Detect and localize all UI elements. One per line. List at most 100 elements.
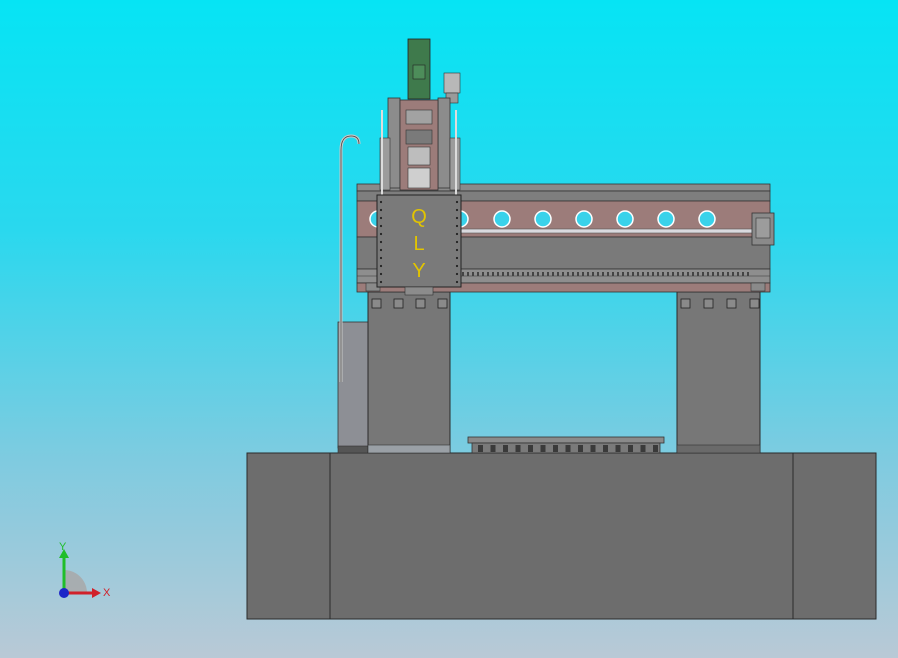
- rack-tooth: [707, 272, 709, 276]
- beam-hole: [534, 210, 552, 228]
- rack-tooth: [742, 272, 744, 276]
- table-slot: [565, 445, 571, 452]
- table-slot: [553, 445, 558, 452]
- bolt: [455, 280, 459, 284]
- rack-tooth: [632, 272, 634, 276]
- bolt: [455, 224, 459, 228]
- rack-tooth: [732, 272, 734, 276]
- table-slot: [615, 445, 621, 452]
- bolt: [379, 264, 383, 268]
- column-block: [415, 298, 426, 309]
- column-block: [703, 298, 714, 309]
- rack-tooth: [487, 272, 489, 276]
- x-axis-label: X: [103, 587, 111, 599]
- rack-tooth: [592, 272, 594, 276]
- rack-tooth: [682, 272, 684, 276]
- bolt: [379, 200, 383, 204]
- rack-tooth: [482, 272, 484, 276]
- bolt: [455, 216, 459, 220]
- bolt: [455, 232, 459, 236]
- rack-tooth: [712, 272, 714, 276]
- rack-tooth: [572, 272, 574, 276]
- bolt: [379, 280, 383, 284]
- beam-hole: [657, 210, 675, 228]
- rack-tooth: [747, 272, 749, 276]
- rack-tooth: [727, 272, 729, 276]
- rack-tooth: [737, 272, 739, 276]
- rack-tooth: [692, 272, 694, 276]
- table-slot: [590, 445, 596, 452]
- rack-tooth: [537, 272, 539, 276]
- table-slot: [478, 445, 483, 452]
- bolt: [379, 256, 383, 260]
- y-axis-label: Y: [59, 541, 67, 553]
- rack-tooth: [497, 272, 499, 276]
- table-slot: [653, 445, 658, 452]
- table-slot: [640, 445, 646, 452]
- bolt: [455, 264, 459, 268]
- bolt: [379, 272, 383, 276]
- machine-bed: [246, 452, 877, 620]
- table-slot: [603, 445, 608, 452]
- machine-drawing: QLY Y X: [59, 38, 877, 620]
- carriage-letters: QLY: [411, 206, 427, 282]
- rack-tooth: [587, 272, 589, 276]
- spindle-assembly: [379, 38, 461, 210]
- rack-tooth: [717, 272, 719, 276]
- column-block: [726, 298, 737, 309]
- right-column: [676, 291, 761, 454]
- rack-tooth: [542, 272, 544, 276]
- rack-tooth: [522, 272, 524, 276]
- beam-hole: [616, 210, 634, 228]
- rack-tooth: [507, 272, 509, 276]
- column-block: [749, 298, 760, 309]
- rack-tooth: [607, 272, 609, 276]
- bolt: [379, 248, 383, 252]
- carriage-letter: Q: [411, 206, 427, 228]
- bolt: [379, 240, 383, 244]
- left-column: [367, 291, 451, 454]
- rack-tooth: [652, 272, 654, 276]
- beam-hole: [698, 210, 716, 228]
- table-slot: [490, 445, 496, 452]
- bolt: [455, 200, 459, 204]
- table-slot: [578, 445, 583, 452]
- bolt: [379, 208, 383, 212]
- rack-tooth: [627, 272, 629, 276]
- beam-hole: [575, 210, 593, 228]
- bolt: [455, 256, 459, 260]
- rack-tooth: [502, 272, 504, 276]
- rack-tooth: [642, 272, 644, 276]
- rack-tooth: [557, 272, 559, 276]
- coordinate-triad: Y X: [59, 541, 111, 599]
- rack-tooth: [512, 272, 514, 276]
- rack-tooth: [612, 272, 614, 276]
- bolt: [455, 240, 459, 244]
- table-slot: [540, 445, 546, 452]
- rack-tooth: [697, 272, 699, 276]
- z-axis-dot: [59, 588, 69, 598]
- table-slot: [528, 445, 533, 452]
- worktable: [467, 436, 665, 454]
- bolt: [455, 208, 459, 212]
- rack-tooth: [472, 272, 474, 276]
- rack-tooth: [567, 272, 569, 276]
- carriage-letter: Y: [412, 260, 425, 282]
- table-slot: [515, 445, 521, 452]
- cad-viewport[interactable]: QLY Y X: [0, 0, 898, 658]
- beam-hole: [493, 210, 511, 228]
- rack-tooth: [467, 272, 469, 276]
- column-block: [437, 298, 448, 309]
- table-slot: [628, 445, 633, 452]
- bolt: [379, 224, 383, 228]
- bolt: [379, 232, 383, 236]
- rack-tooth: [527, 272, 529, 276]
- rack-tooth: [492, 272, 494, 276]
- rack-tooth: [622, 272, 624, 276]
- rack-tooth: [687, 272, 689, 276]
- rack-tooth: [562, 272, 564, 276]
- bolt: [455, 248, 459, 252]
- rack-tooth: [667, 272, 669, 276]
- rack-tooth: [517, 272, 519, 276]
- rack-tooth: [637, 272, 639, 276]
